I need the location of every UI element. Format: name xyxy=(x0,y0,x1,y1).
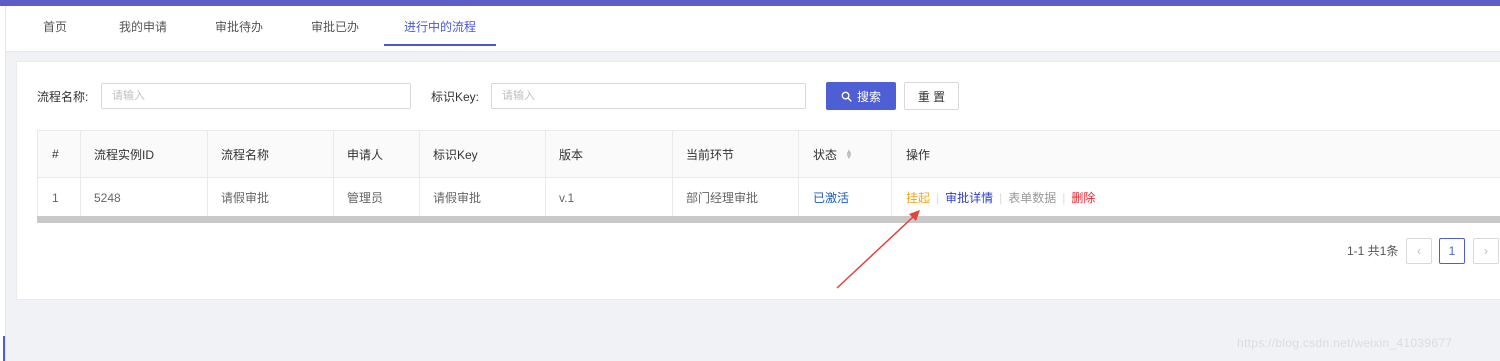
annotation-arrow xyxy=(836,210,920,289)
watermark: https://blog.csdn.net/weixin_41039677 xyxy=(1237,336,1453,350)
